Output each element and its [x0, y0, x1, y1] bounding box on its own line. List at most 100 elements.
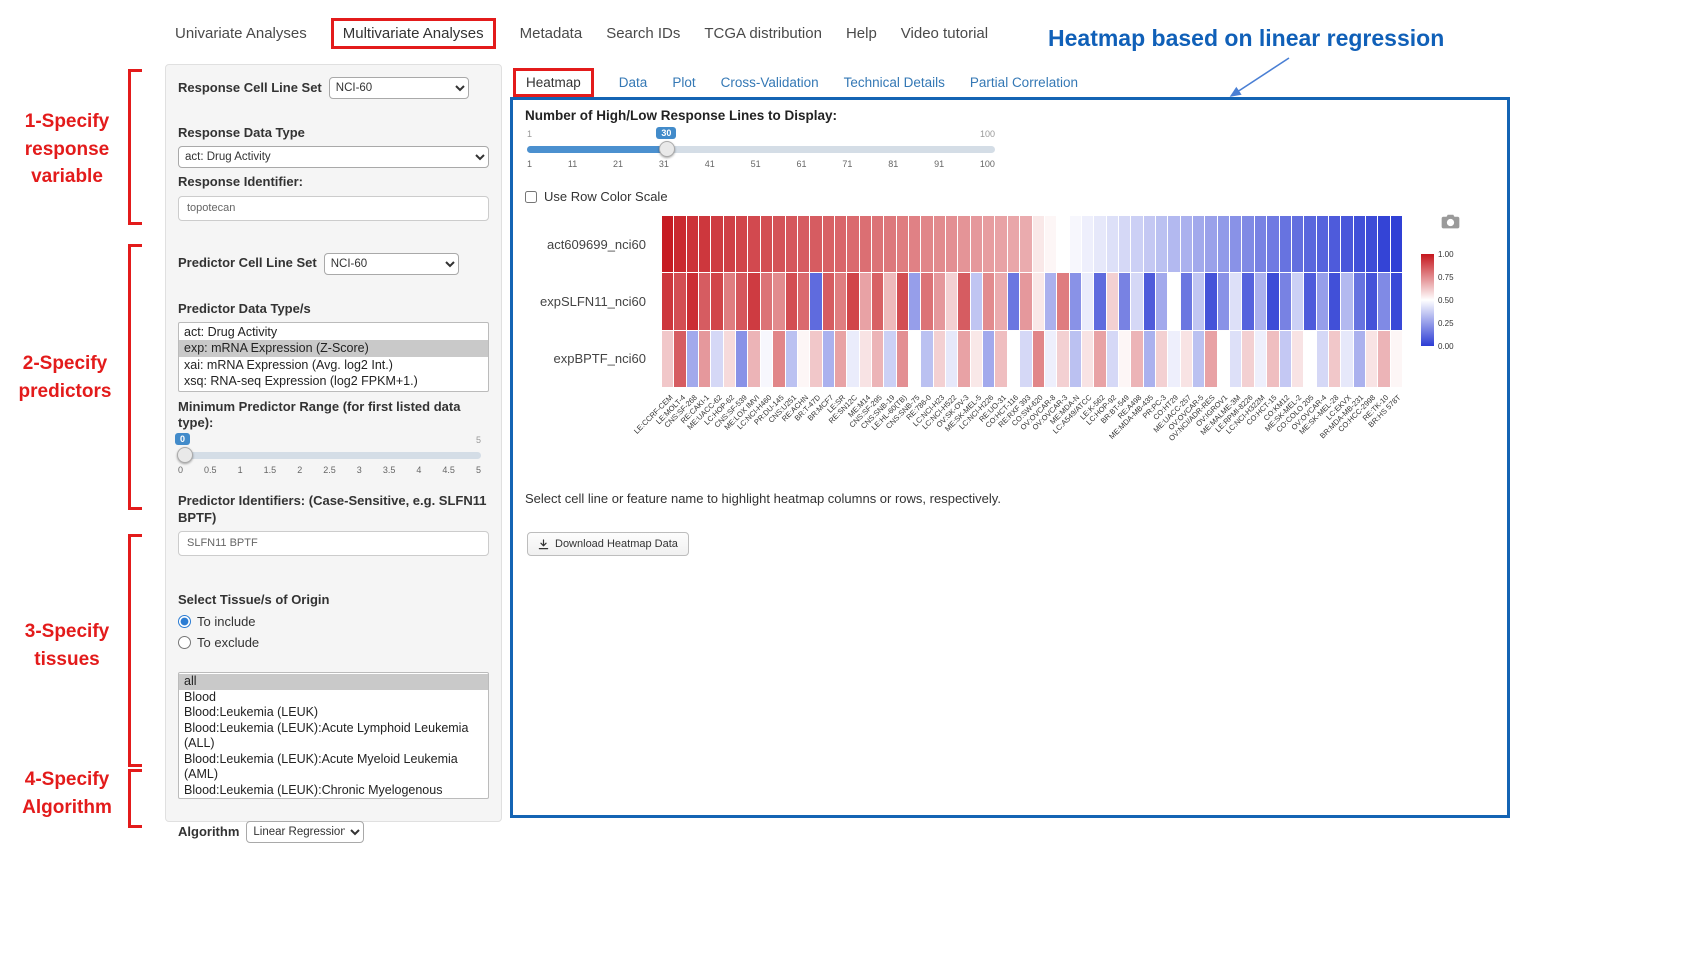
heatmap-cell[interactable]: [1033, 273, 1044, 329]
heatmap-cell[interactable]: [1020, 216, 1031, 272]
heatmap-cell[interactable]: [1242, 331, 1253, 387]
heatmap-cell[interactable]: [1168, 331, 1179, 387]
heatmap-cell[interactable]: [1020, 273, 1031, 329]
response-data-type-select[interactable]: act: Drug Activity: [178, 146, 489, 168]
heatmap-cell[interactable]: [983, 331, 994, 387]
tab-partial-correlation[interactable]: Partial Correlation: [970, 75, 1078, 90]
tab-heatmap[interactable]: Heatmap: [513, 68, 594, 97]
nav-video-tutorial[interactable]: Video tutorial: [901, 25, 988, 42]
heatmap-cell[interactable]: [724, 273, 735, 329]
heatmap-cell[interactable]: [662, 216, 673, 272]
heatmap-cell[interactable]: [847, 331, 858, 387]
tab-cross-validation[interactable]: Cross-Validation: [721, 75, 819, 90]
camera-icon[interactable]: [1441, 214, 1460, 234]
tab-plot[interactable]: Plot: [672, 75, 695, 90]
heatmap-cell[interactable]: [761, 216, 772, 272]
heatmap-cell[interactable]: [736, 331, 747, 387]
heatmap-cell[interactable]: [687, 273, 698, 329]
nav-tcga-distribution[interactable]: TCGA distribution: [704, 25, 822, 42]
heatmap-cell[interactable]: [1280, 273, 1291, 329]
heatmap-cell[interactable]: [1267, 216, 1278, 272]
heatmap-cell[interactable]: [1193, 273, 1204, 329]
heatmap-cell[interactable]: [1156, 273, 1167, 329]
heatmap-cell[interactable]: [1329, 216, 1340, 272]
heatmap-cell[interactable]: [1292, 331, 1303, 387]
heatmap-cell[interactable]: [872, 273, 883, 329]
heatmap-cell[interactable]: [946, 273, 957, 329]
heatmap-row-label[interactable]: expSLFN11_nci60: [525, 273, 655, 330]
tab-technical-details[interactable]: Technical Details: [844, 75, 945, 90]
heatmap-cell[interactable]: [995, 216, 1006, 272]
nav-univariate-analyses[interactable]: Univariate Analyses: [175, 25, 307, 42]
heatmap-cell[interactable]: [1366, 273, 1377, 329]
heatmap-cell[interactable]: [1181, 216, 1192, 272]
heatmap-cell[interactable]: [1181, 273, 1192, 329]
predictor-identifiers-input[interactable]: [178, 531, 489, 556]
heatmap-grid[interactable]: [662, 216, 1402, 387]
heatmap-cell[interactable]: [1317, 273, 1328, 329]
heatmap-cell[interactable]: [823, 216, 834, 272]
heatmap-cell[interactable]: [724, 216, 735, 272]
heatmap-row-label[interactable]: expBPTF_nci60: [525, 330, 655, 387]
heatmap-cell[interactable]: [736, 216, 747, 272]
heatmap-cell[interactable]: [1267, 331, 1278, 387]
heatmap-cell[interactable]: [909, 273, 920, 329]
tissue-option[interactable]: Blood:Leukemia (LEUK):Acute Myeloid Leuk…: [179, 752, 488, 783]
heatmap-cell[interactable]: [1008, 273, 1019, 329]
heatmap-cell[interactable]: [1255, 273, 1266, 329]
heatmap-cell[interactable]: [934, 273, 945, 329]
heatmap-cell[interactable]: [1082, 331, 1093, 387]
heatmap-cell[interactable]: [1341, 273, 1352, 329]
heatmap-cell[interactable]: [1329, 273, 1340, 329]
heatmap-cell[interactable]: [711, 331, 722, 387]
heatmap-cell[interactable]: [1317, 331, 1328, 387]
heatmap-cell[interactable]: [884, 273, 895, 329]
download-heatmap-data-button[interactable]: Download Heatmap Data: [527, 532, 689, 556]
tab-data[interactable]: Data: [619, 75, 648, 90]
tissue-exclude-radio[interactable]: [178, 636, 191, 649]
heatmap-cell[interactable]: [1057, 216, 1068, 272]
predictor-data-type-option-selected[interactable]: exp: mRNA Expression (Z-Score): [179, 340, 488, 357]
heatmap-cell[interactable]: [773, 216, 784, 272]
heatmap-cell[interactable]: [699, 273, 710, 329]
heatmap-cell[interactable]: [1341, 331, 1352, 387]
heatmap-cell[interactable]: [847, 273, 858, 329]
heatmap-cell[interactable]: [1070, 216, 1081, 272]
nav-metadata[interactable]: Metadata: [520, 25, 583, 42]
heatmap-cell[interactable]: [934, 216, 945, 272]
heatmap-cell[interactable]: [1057, 273, 1068, 329]
nav-multivariate-analyses[interactable]: Multivariate Analyses: [331, 18, 496, 49]
heatmap-cell[interactable]: [761, 331, 772, 387]
heatmap-cell[interactable]: [674, 216, 685, 272]
use-row-color-scale-row[interactable]: Use Row Color Scale: [525, 189, 1495, 204]
heatmap-cell[interactable]: [847, 216, 858, 272]
heatmap-cell[interactable]: [995, 331, 1006, 387]
predictor-cell-line-set-select[interactable]: NCI-60: [324, 253, 459, 275]
heatmap-cell[interactable]: [1008, 216, 1019, 272]
heatmap-cell[interactable]: [810, 216, 821, 272]
heatmap-cell[interactable]: [674, 273, 685, 329]
heatmap-cell[interactable]: [884, 331, 895, 387]
heatmap-cell[interactable]: [983, 216, 994, 272]
heatmap-cell[interactable]: [897, 216, 908, 272]
predictor-data-type-option[interactable]: xai: mRNA Expression (Avg. log2 Int.): [179, 357, 488, 374]
heatmap-cell[interactable]: [909, 331, 920, 387]
heatmap-cell[interactable]: [835, 273, 846, 329]
heatmap-cell[interactable]: [971, 331, 982, 387]
algorithm-select[interactable]: Linear Regression: [246, 821, 364, 843]
heatmap-cell[interactable]: [773, 273, 784, 329]
heatmap-cell[interactable]: [872, 331, 883, 387]
heatmap-cell[interactable]: [1230, 273, 1241, 329]
heatmap-cell[interactable]: [1082, 216, 1093, 272]
heatmap-cell[interactable]: [1045, 331, 1056, 387]
heatmap-cell[interactable]: [699, 216, 710, 272]
heatmap-cell[interactable]: [1144, 331, 1155, 387]
heatmap-cell[interactable]: [1292, 216, 1303, 272]
heatmap-cell[interactable]: [958, 216, 969, 272]
heatmap-cell[interactable]: [1033, 216, 1044, 272]
heatmap-cell[interactable]: [699, 331, 710, 387]
heatmap-cell[interactable]: [946, 331, 957, 387]
heatmap-cell[interactable]: [724, 331, 735, 387]
heatmap-cell[interactable]: [1218, 331, 1229, 387]
heatmap-cell[interactable]: [748, 331, 759, 387]
